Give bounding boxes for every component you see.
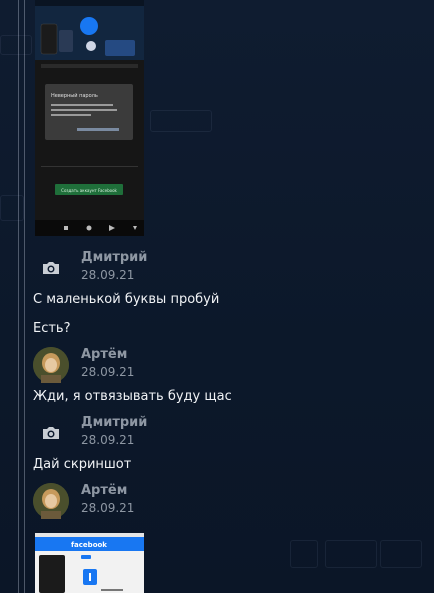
attached-screenshot[interactable]: facebook bbox=[35, 533, 144, 593]
avatar[interactable] bbox=[33, 415, 69, 451]
svg-text:Неверный пароль: Неверный пароль bbox=[51, 92, 98, 99]
user-photo-icon bbox=[33, 347, 69, 383]
svg-text:facebook: facebook bbox=[71, 541, 107, 549]
phone-screenshot-image: Неверный пароль Создать аккаунт Facebook bbox=[35, 0, 144, 236]
author-name[interactable]: Дмитрий bbox=[81, 250, 147, 265]
message-header: Артём 28.09.21 bbox=[33, 483, 233, 523]
message-header: Дмитрий 28.09.21 bbox=[33, 250, 233, 290]
avatar[interactable] bbox=[33, 483, 69, 519]
facebook-logo-icon bbox=[80, 17, 98, 35]
camera-icon bbox=[43, 427, 59, 439]
message-date: 28.09.21 bbox=[81, 365, 135, 379]
author-name[interactable]: Артём bbox=[81, 347, 127, 362]
message-header: Дмитрий 28.09.21 bbox=[33, 415, 233, 455]
camera-icon bbox=[43, 262, 59, 274]
avatar[interactable] bbox=[33, 250, 69, 286]
phone-screenshot-image: facebook bbox=[35, 533, 144, 593]
message-text: С маленькой буквы пробуй bbox=[33, 292, 220, 307]
thread-line bbox=[24, 0, 25, 593]
message-text: Дай скриншот bbox=[33, 457, 132, 472]
message-text: Жди, я отвязывать буду щас bbox=[33, 389, 232, 404]
message-date: 28.09.21 bbox=[81, 433, 135, 447]
user-photo-icon bbox=[33, 483, 69, 519]
message-date: 28.09.21 bbox=[81, 268, 135, 282]
author-name[interactable]: Артём bbox=[81, 483, 127, 498]
attached-screenshot[interactable]: Неверный пароль Создать аккаунт Facebook bbox=[35, 0, 144, 236]
avatar[interactable] bbox=[33, 347, 69, 383]
message-header: Артём 28.09.21 bbox=[33, 347, 233, 387]
message-date: 28.09.21 bbox=[81, 501, 135, 515]
svg-text:Создать аккаунт Facebook: Создать аккаунт Facebook bbox=[61, 188, 117, 193]
author-name[interactable]: Дмитрий bbox=[81, 415, 147, 430]
thread-line bbox=[18, 0, 19, 593]
message-text: Есть? bbox=[33, 321, 71, 336]
